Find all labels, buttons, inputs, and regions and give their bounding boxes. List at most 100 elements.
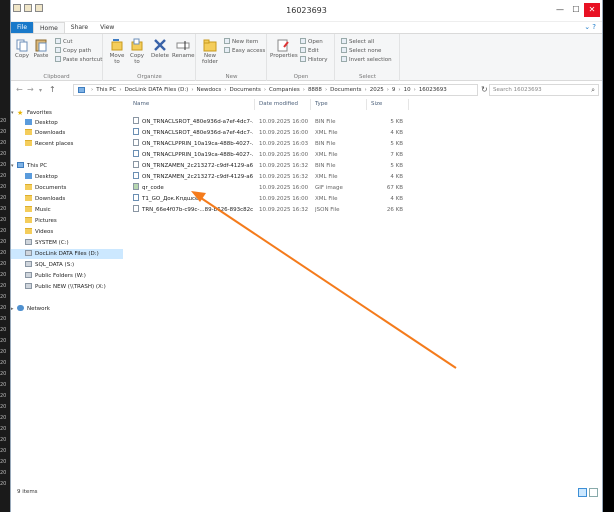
table-row[interactable]: ON_TRNZAMEN_2c213272-c9df-4129-a6... 10.0… — [129, 161, 409, 172]
large-icons-view-icon[interactable] — [589, 488, 598, 497]
address-bar[interactable]: › This PC › DocLink DATA Files (D:) › Newdocs… — [73, 84, 478, 96]
tab-view[interactable]: View — [94, 22, 120, 33]
breadcrumb-separator-icon[interactable]: › — [325, 87, 327, 93]
paste-button[interactable]: Paste — [32, 38, 50, 59]
invert-selection-button[interactable]: Invert selection — [341, 56, 392, 64]
nav-this-pc[interactable]: ▾ This PC — [11, 161, 123, 171]
file-date: 10.09.2025 16:00 — [259, 152, 309, 158]
breadcrumb-segment[interactable]: Companies — [269, 87, 300, 93]
refresh-icon[interactable]: ↻ — [481, 85, 488, 94]
breadcrumb-separator-icon[interactable]: › — [365, 87, 367, 93]
nav-pc-documents[interactable]: Documents — [11, 183, 123, 193]
delete-button[interactable]: Delete — [150, 38, 170, 59]
breadcrumb-segment[interactable]: This PC — [96, 87, 116, 93]
minimize-button[interactable]: — — [552, 3, 568, 17]
table-row[interactable]: TRN_66e4f07b-c99c-...89-b626-893c82c9...… — [129, 205, 409, 216]
column-header-date[interactable]: Date modified — [255, 99, 311, 110]
search-input[interactable]: Search 16023693 ⌕ — [489, 84, 599, 96]
breadcrumb-segment[interactable]: 2025 — [370, 87, 384, 93]
copy-icon — [16, 39, 28, 52]
nav-pc-music[interactable]: Music — [11, 205, 123, 215]
close-button[interactable]: ✕ — [584, 3, 600, 17]
rename-button[interactable]: Rename — [172, 38, 195, 59]
table-row[interactable]: ON_TRNACLPPRIN_10a19ca-488b-4027-... 10.0… — [129, 139, 409, 150]
history-button[interactable]: History — [300, 56, 328, 64]
nav-pc-videos[interactable]: Videos — [11, 227, 123, 237]
nav-pc-public-new-x[interactable]: Public NEW (\\TRASH) (X:) — [11, 282, 123, 292]
forward-arrow-icon[interactable]: → — [27, 85, 34, 94]
table-row[interactable]: ON_TRNACLSROT_480e936d-a7ef-4dc7-... 10.0… — [129, 128, 409, 139]
breadcrumb-separator-icon[interactable]: › — [398, 87, 400, 93]
column-header-size[interactable]: Size — [367, 99, 409, 110]
file-size: 67 KB — [386, 185, 403, 191]
breadcrumb-segment[interactable]: 10 — [404, 87, 411, 93]
select-none-button[interactable]: Select none — [341, 47, 381, 55]
copy-path-button[interactable]: Copy path — [55, 47, 91, 55]
select-all-button[interactable]: Select all — [341, 38, 374, 46]
select-group: Select all Select none Invert selection … — [336, 34, 400, 81]
copy-button[interactable]: Copy — [14, 38, 30, 59]
tab-file[interactable]: File — [11, 22, 34, 33]
nav-pc-public-folders-w[interactable]: Public Folders (W:) — [11, 271, 123, 281]
downloads-icon — [25, 129, 32, 135]
tab-share[interactable]: Share — [65, 22, 94, 33]
details-view-icon[interactable] — [578, 488, 587, 497]
nav-favorites[interactable]: ▾ ★ Favorites — [11, 108, 123, 118]
nav-fav-downloads[interactable]: Downloads — [11, 128, 123, 138]
nav-fav-desktop[interactable]: Desktop — [11, 118, 123, 128]
nav-pc-pictures[interactable]: Pictures — [11, 216, 123, 226]
breadcrumb-segment[interactable]: Documents — [229, 87, 260, 93]
properties-button[interactable]: Properties — [270, 38, 298, 59]
breadcrumb-segment[interactable]: 16023693 — [419, 87, 447, 93]
breadcrumb-separator-icon[interactable]: › — [224, 87, 226, 93]
network-drive-icon — [25, 272, 32, 278]
breadcrumb-segment[interactable]: Documents — [330, 87, 361, 93]
breadcrumb-segment[interactable]: 8888 — [308, 87, 322, 93]
column-header-type[interactable]: Type — [311, 99, 367, 110]
paste-shortcut-button[interactable]: Paste shortcut — [55, 56, 102, 64]
videos-icon — [25, 228, 32, 234]
new-item-button[interactable]: New item — [224, 38, 258, 46]
back-arrow-icon[interactable]: ← — [16, 85, 23, 94]
nav-pc-system-c[interactable]: SYSTEM (C:) — [11, 238, 123, 248]
nav-network[interactable]: ▸ Network — [11, 304, 123, 314]
cut-button[interactable]: Cut — [55, 38, 72, 46]
breadcrumb-separator-icon[interactable]: › — [191, 87, 193, 93]
breadcrumb-separator-icon[interactable]: › — [303, 87, 305, 93]
breadcrumb-segment[interactable]: DocLink DATA Files (D:) — [125, 87, 189, 93]
table-row[interactable]: qr_code 10.09.2025 16:00 GIF image 67 KB — [129, 183, 409, 194]
move-to-button[interactable]: Move to — [108, 38, 126, 65]
tab-home[interactable]: Home — [33, 22, 65, 33]
nav-pc-doclink-d[interactable]: DocLink DATA Files (D:) — [11, 249, 123, 259]
pc-icon — [17, 162, 24, 168]
nav-pc-desktop[interactable]: Desktop — [11, 172, 123, 182]
navigation-bar: ← → ▾ ↑ › This PC › DocLink DATA Files (D:)… — [11, 83, 602, 97]
new-folder-button[interactable]: New folder — [200, 38, 220, 65]
nav-fav-recent-places[interactable]: Recent places — [11, 139, 123, 149]
background-label: 20 — [0, 459, 7, 465]
file-size: 4 KB — [390, 196, 403, 202]
nav-pc-sql-data-s[interactable]: SQL_DATA (S:) — [11, 260, 123, 270]
edit-button[interactable]: Edit — [300, 47, 319, 55]
column-header-name[interactable]: Name — [129, 99, 255, 110]
table-row[interactable]: T1_GO_Док.Кпдшсе 10.09.2025 16:00 XML File… — [129, 194, 409, 205]
breadcrumb-segment[interactable]: 9 — [392, 87, 396, 93]
copy-to-button[interactable]: Copy to — [128, 38, 146, 65]
breadcrumb-separator-icon[interactable]: › — [119, 87, 121, 93]
easy-access-button[interactable]: Easy access — [224, 47, 265, 55]
open-button[interactable]: Open — [300, 38, 323, 46]
maximize-button[interactable]: ☐ — [568, 3, 584, 17]
breadcrumb-separator-icon[interactable]: › — [264, 87, 266, 93]
file-size: 5 KB — [390, 163, 403, 169]
table-row[interactable]: ON_TRNACLSROT_480e936d-a7ef-4dc7-... 10.0… — [129, 117, 409, 128]
breadcrumb-segment[interactable]: Newdocs — [197, 87, 222, 93]
up-arrow-icon[interactable]: ↑ — [49, 85, 56, 94]
breadcrumb-separator-icon[interactable]: › — [91, 87, 93, 93]
recent-locations-chevron-icon[interactable]: ▾ — [39, 87, 42, 94]
table-row[interactable]: ON_TRNACLPPRIN_10a19ca-488b-4027-... 10.0… — [129, 150, 409, 161]
breadcrumb-separator-icon[interactable]: › — [414, 87, 416, 93]
table-row[interactable]: ON_TRNZAMEN_2c213272-c9df-4129-a6... 10.0… — [129, 172, 409, 183]
nav-pc-downloads[interactable]: Downloads — [11, 194, 123, 204]
help-icon[interactable]: ⌄ ? — [584, 23, 596, 31]
breadcrumb-separator-icon[interactable]: › — [387, 87, 389, 93]
